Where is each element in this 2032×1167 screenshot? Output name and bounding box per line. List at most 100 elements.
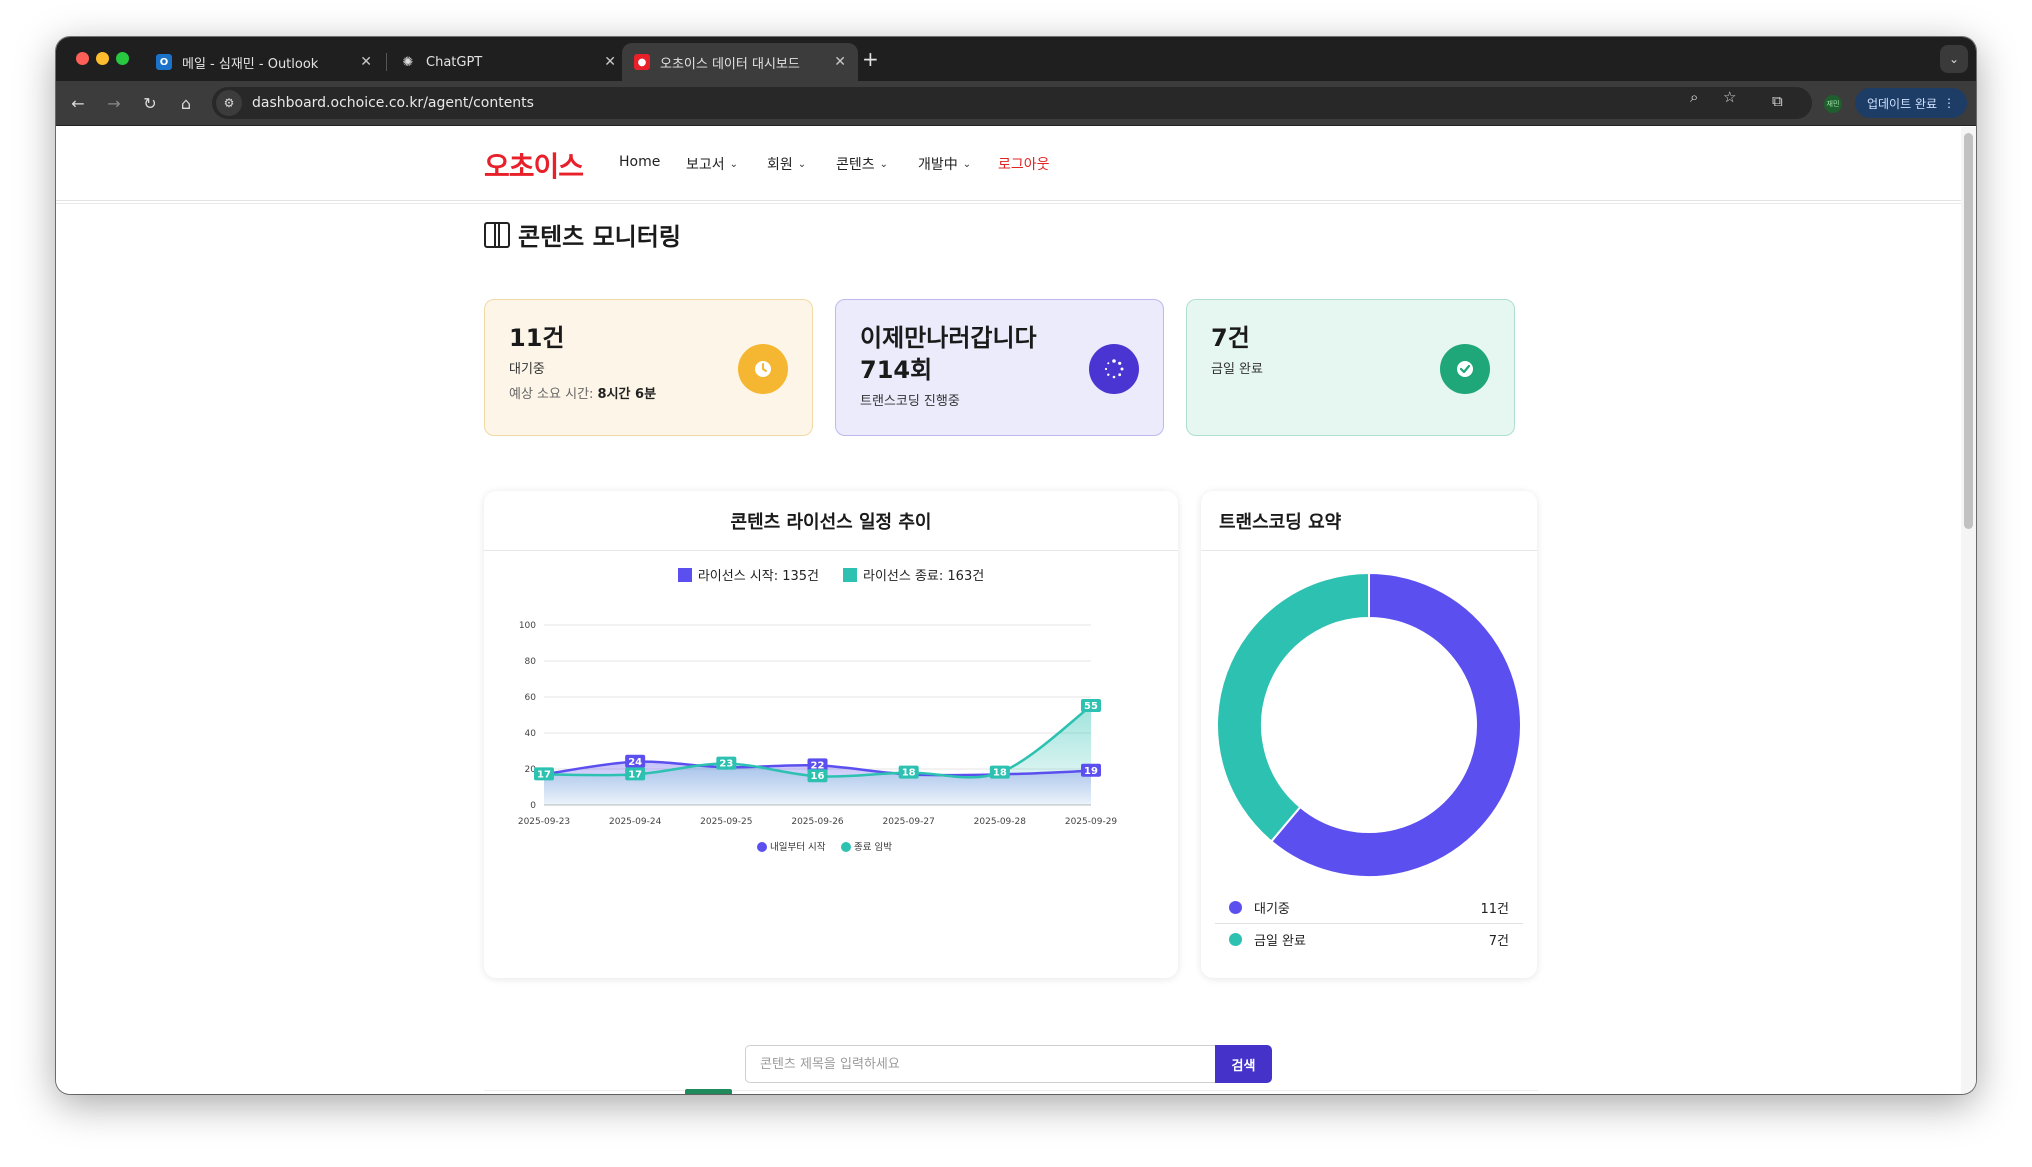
film-icon	[484, 221, 510, 248]
nav-label: 로그아웃	[998, 157, 1050, 173]
chevron-down-icon: ⌄	[879, 158, 889, 170]
reload-button[interactable]: ↻	[139, 92, 161, 114]
legend-dot	[841, 842, 851, 852]
license-trend-panel: 콘텐츠 라이선스 일정 추이 라이선스 시작: 135건 라이선스 종료: 16…	[484, 491, 1178, 978]
tab-chatgpt[interactable]: ✺ ChatGPT ✕	[388, 43, 628, 81]
extensions-icon[interactable]: ⧉	[1772, 92, 1783, 110]
legend-label: 금일 완료	[1254, 934, 1306, 949]
data-label: 17	[537, 769, 551, 780]
legend-value: 7건	[1488, 934, 1509, 949]
x-tick-label: 2025-09-29	[1065, 817, 1118, 827]
nav-dev[interactable]: 개발中 ⌄	[918, 154, 971, 174]
site-info-icon[interactable]: ⚙	[216, 90, 242, 116]
tab-label: ChatGPT	[426, 54, 483, 70]
legend-dot	[757, 842, 767, 852]
waiting-card: 11건 대기중 예상 소요 시간: 8시간 6분	[484, 299, 813, 436]
legend-dot	[1229, 933, 1242, 946]
data-label: 18	[993, 768, 1007, 779]
y-tick-label: 100	[519, 621, 536, 631]
search-input[interactable]	[745, 1045, 1215, 1083]
close-icon[interactable]: ✕	[834, 54, 846, 70]
x-tick-label: 2025-09-28	[974, 817, 1027, 827]
page-content: 오초이스 Home 보고서 ⌄ 회원 ⌄ 콘텐츠 ⌄ 개발中 ⌄ 로그아웃 콘텐…	[56, 127, 1961, 1094]
data-label: 24	[628, 757, 642, 768]
nav-home[interactable]: Home	[619, 154, 660, 170]
update-label: 업데이트 완료	[1866, 96, 1938, 111]
legend-label: 내일부터 시작	[770, 842, 826, 853]
nav-label: 콘텐츠	[836, 157, 875, 173]
tab-separator	[386, 53, 387, 71]
data-label: 23	[719, 759, 733, 770]
url-text: dashboard.ochoice.co.kr/agent/contents	[252, 95, 534, 111]
legend-dot	[1229, 900, 1242, 914]
clock-icon	[738, 344, 788, 394]
transcoding-donut-chart	[1216, 571, 1522, 878]
search-button[interactable]: 검색	[1215, 1045, 1272, 1083]
nav-label: 개발中	[918, 157, 958, 173]
data-label: 19	[1084, 766, 1098, 777]
card-value: 이제만나러갑니다 714회	[860, 324, 1037, 384]
panel-title: 트랜스코딩 요약	[1201, 491, 1537, 551]
spinner-icon	[1089, 344, 1139, 394]
browser-toolbar: ← → ↻ ⌂ ⚙ dashboard.ochoice.co.kr/agent/…	[56, 81, 1976, 126]
nav-contents[interactable]: 콘텐츠 ⌄	[836, 154, 888, 174]
chevron-down-icon: ⌄	[962, 158, 972, 170]
table-top-edge	[484, 1090, 1538, 1094]
scrollbar-thumb[interactable]	[1964, 133, 1973, 529]
page-title-text: 콘텐츠 모니터링	[518, 223, 681, 251]
content-search: 검색	[745, 1045, 1272, 1083]
donut-legend-row: 금일 완료 7건	[1215, 923, 1523, 955]
outlook-icon: O	[156, 54, 172, 70]
x-tick-label: 2025-09-27	[883, 817, 935, 827]
address-bar[interactable]: ⚙ dashboard.ochoice.co.kr/agent/contents	[212, 87, 1812, 119]
new-tab-button[interactable]: +	[862, 47, 879, 71]
forward-button[interactable]: →	[103, 92, 125, 114]
chevron-down-icon: ⌄	[729, 158, 739, 170]
legend-license-end[interactable]: 라이선스 종료: 163건	[843, 565, 984, 584]
completed-card: 7건 금일 완료	[1186, 299, 1515, 436]
bookmark-star-icon[interactable]: ☆	[1723, 88, 1736, 106]
nav-label: Home	[619, 154, 661, 170]
legend-label: 라이선스 종료: 163건	[863, 569, 985, 584]
back-button[interactable]: ←	[67, 92, 89, 114]
y-tick-label: 80	[525, 657, 537, 667]
site-navbar: 오초이스 Home 보고서 ⌄ 회원 ⌄ 콘텐츠 ⌄ 개발中 ⌄ 로그아웃	[56, 127, 1961, 204]
data-label: 55	[1084, 701, 1098, 712]
donut-legend-row: 대기중 11건	[1215, 891, 1523, 923]
nav-reports[interactable]: 보고서 ⌄	[686, 154, 738, 174]
tab-outlook[interactable]: O 메일 - 심재민 - Outlook ✕	[144, 43, 384, 81]
home-button[interactable]: ⌂	[175, 92, 197, 114]
data-label: 16	[811, 771, 825, 782]
x-tick-label: 2025-09-23	[518, 817, 570, 827]
transcoding-card: 이제만나러갑니다 714회 트랜스코딩 진행중	[835, 299, 1164, 436]
nav-label: 회원	[767, 157, 793, 173]
update-button[interactable]: 업데이트 완료 ⋮	[1855, 88, 1967, 118]
tab-strip: O 메일 - 심재민 - Outlook ✕ ✺ ChatGPT ✕ ● 오초이…	[56, 37, 1976, 81]
legend-swatch	[677, 567, 692, 582]
legend-license-start[interactable]: 라이선스 시작: 135건	[677, 565, 819, 584]
close-icon[interactable]: ✕	[604, 54, 616, 70]
transcoding-summary-panel: 트랜스코딩 요약 대기중 11건 금일 완료 7건	[1201, 491, 1537, 978]
tab-ochoice-dashboard[interactable]: ● 오초이스 데이터 대시보드 ✕	[622, 43, 858, 81]
close-window-button[interactable]	[76, 52, 89, 65]
legend-label: 라이선스 시작: 135건	[697, 569, 819, 584]
data-label: 18	[902, 768, 916, 779]
y-tick-label: 0	[530, 801, 536, 811]
more-menu-icon: ⋮	[1943, 96, 1956, 110]
nav-members[interactable]: 회원 ⌄	[767, 154, 806, 174]
close-icon[interactable]: ✕	[360, 54, 372, 70]
chatgpt-icon: ✺	[402, 54, 414, 70]
profile-avatar[interactable]: 재민	[1824, 95, 1842, 113]
chevron-down-icon: ⌄	[797, 158, 807, 170]
site-logo[interactable]: 오초이스	[484, 145, 584, 185]
y-tick-label: 40	[525, 729, 537, 739]
page-title: 콘텐츠 모니터링	[484, 217, 681, 252]
tab-search-button[interactable]: ⌄	[1940, 45, 1968, 73]
legend-value: 11건	[1480, 901, 1509, 917]
chart-legend-top: 라이선스 시작: 135건 라이선스 종료: 163건	[484, 565, 1178, 584]
zoom-icon[interactable]: ⌕	[1690, 88, 1698, 106]
maximize-window-button[interactable]	[116, 52, 129, 65]
tab-indicator	[685, 1089, 732, 1094]
minimize-window-button[interactable]	[96, 52, 109, 65]
nav-logout[interactable]: 로그아웃	[998, 154, 1050, 174]
